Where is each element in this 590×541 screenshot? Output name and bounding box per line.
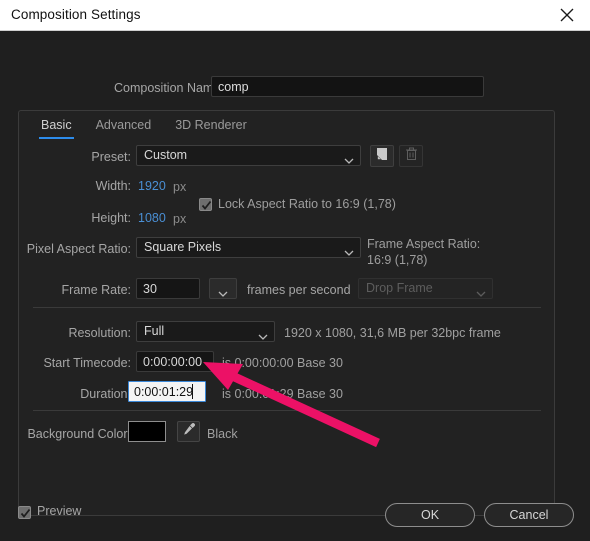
composition-settings-dialog: Composition Name: Basic Advanced 3D Rend…	[0, 31, 590, 541]
chevron-down-icon	[344, 152, 354, 170]
close-icon	[560, 8, 574, 22]
height-unit: px	[173, 212, 187, 226]
resolution-value: Full	[144, 324, 165, 338]
tab-3d-renderer[interactable]: 3D Renderer	[163, 113, 259, 139]
preset-label: Preset:	[91, 150, 131, 164]
resolution-info: 1920 x 1080, 31,6 MB per 32bpc frame	[284, 326, 501, 340]
background-color-name: Black	[207, 427, 238, 441]
resolution-label: Resolution:	[68, 326, 131, 340]
frame-rate-input[interactable]	[136, 278, 200, 299]
tab-bar: Basic Advanced 3D Renderer	[29, 113, 259, 139]
chevron-down-icon	[344, 244, 354, 262]
pixel-aspect-ratio-label: Pixel Aspect Ratio:	[26, 242, 131, 256]
width-unit: px	[173, 180, 187, 194]
height-value[interactable]: 1080	[138, 211, 166, 225]
width-value[interactable]: 1920	[138, 179, 166, 193]
background-color-swatch[interactable]	[128, 421, 166, 442]
tab-basic[interactable]: Basic	[29, 113, 84, 139]
window-title: Composition Settings	[11, 7, 141, 22]
lock-aspect-ratio-checkbox[interactable]	[199, 198, 212, 211]
close-button[interactable]	[544, 0, 590, 30]
duration-label: Duration:	[80, 387, 131, 401]
frame-rate-label: Frame Rate:	[61, 283, 131, 297]
preset-dropdown[interactable]: Custom	[136, 145, 361, 166]
lock-aspect-ratio-label: Lock Aspect Ratio to 16:9 (1,78)	[218, 197, 396, 211]
checkmark-icon	[20, 508, 31, 518]
start-timecode-input[interactable]	[136, 351, 214, 372]
composition-name-label: Composition Name:	[114, 81, 224, 95]
save-preset-button[interactable]	[370, 145, 394, 167]
eyedropper-icon	[182, 422, 196, 441]
text-caret	[192, 384, 193, 399]
resolution-dropdown[interactable]: Full	[136, 321, 275, 342]
settings-panel: Basic Advanced 3D Renderer Preset: Custo…	[18, 110, 555, 516]
start-timecode-label: Start Timecode:	[43, 356, 131, 370]
eyedropper-button[interactable]	[177, 421, 200, 442]
background-color-label: Background Color:	[27, 427, 131, 441]
chevron-down-icon	[258, 328, 268, 346]
pixel-aspect-ratio-value: Square Pixels	[144, 240, 222, 254]
trash-icon	[405, 147, 418, 166]
window-title-bar: Composition Settings	[0, 0, 590, 31]
height-label: Height:	[91, 211, 131, 225]
width-label: Width:	[95, 179, 131, 193]
drop-frame-value: Drop Frame	[366, 281, 433, 295]
section-divider	[33, 307, 541, 308]
delete-preset-button[interactable]	[399, 145, 423, 167]
duration-info: is 0:00:01:29 Base 30	[222, 387, 343, 401]
preset-value: Custom	[144, 148, 188, 162]
composition-name-input[interactable]	[211, 76, 484, 97]
save-preset-icon	[375, 147, 389, 166]
preview-label: Preview	[37, 504, 82, 518]
drop-frame-dropdown: Drop Frame	[358, 278, 493, 299]
frame-aspect-ratio-label: Frame Aspect Ratio:	[367, 237, 481, 251]
ok-button[interactable]: OK	[385, 503, 475, 527]
preview-checkbox[interactable]	[18, 506, 31, 519]
frames-per-second-label: frames per second	[247, 283, 351, 297]
cancel-button[interactable]: Cancel	[484, 503, 574, 527]
frame-rate-dropdown-button[interactable]	[209, 278, 237, 299]
start-timecode-info: is 0:00:00:00 Base 30	[222, 356, 343, 370]
chevron-down-icon	[476, 285, 486, 303]
chevron-down-icon	[218, 285, 228, 303]
duration-input[interactable]	[128, 381, 206, 402]
frame-aspect-ratio-value: 16:9 (1,78)	[367, 253, 428, 267]
pixel-aspect-ratio-dropdown[interactable]: Square Pixels	[136, 237, 361, 258]
tab-advanced[interactable]: Advanced	[84, 113, 164, 139]
checkmark-icon	[201, 200, 212, 210]
section-divider	[33, 410, 541, 411]
